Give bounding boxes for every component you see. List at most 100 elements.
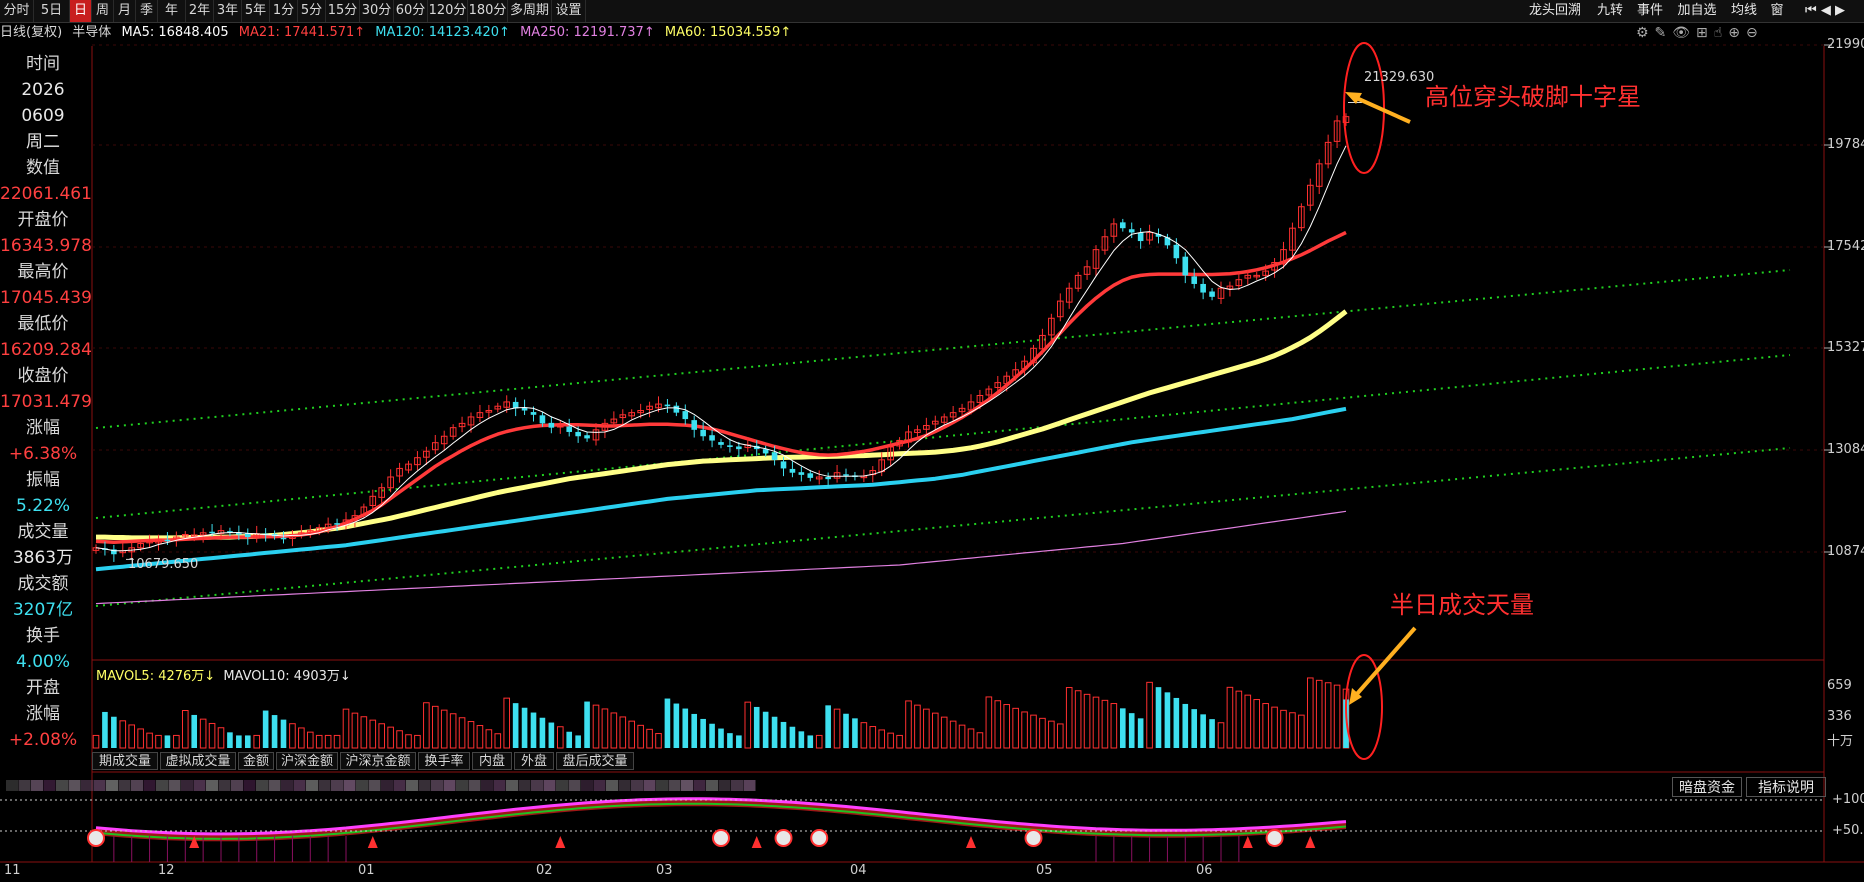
- low-marker-label: 10679.650: [128, 557, 199, 572]
- candle-body: [530, 412, 537, 415]
- volume-bar: [789, 726, 796, 748]
- volume-bar: [1271, 706, 1278, 749]
- tab-6[interactable]: 内盘: [472, 752, 512, 770]
- candle-body: [1119, 222, 1126, 229]
- obscured-block: [243, 780, 256, 791]
- volume-bar: [503, 697, 511, 749]
- volume-bar: [905, 700, 912, 749]
- candle-body: [718, 442, 724, 445]
- volume-bar: [1315, 679, 1323, 749]
- obscured-block: [693, 780, 706, 791]
- volume-bar: [798, 731, 805, 748]
- indicator-tick: +100: [1832, 792, 1864, 807]
- obscured-block: [181, 780, 193, 791]
- volume-bar: [378, 723, 386, 749]
- volume-bar: [181, 710, 189, 749]
- price-chart[interactable]: [0, 0, 1864, 882]
- obscured-block: [118, 780, 131, 791]
- volume-bar: [227, 732, 233, 748]
- volume-annotation: 半日成交天量: [1390, 591, 1534, 619]
- volume-bar: [1217, 722, 1225, 749]
- volume-bar: [271, 715, 278, 748]
- ma21-line: [95, 230, 1347, 544]
- obscured-block: [68, 780, 81, 791]
- obscured-block: [593, 780, 606, 791]
- obscured-block: [356, 780, 368, 791]
- candle-body: [548, 422, 555, 428]
- volume-bar: [673, 703, 680, 748]
- volume-bar: [887, 732, 894, 749]
- tab-1[interactable]: 虚拟成交量: [160, 752, 236, 770]
- volume-bar: [173, 734, 180, 749]
- candle-body: [1128, 229, 1135, 233]
- obscured-block: [81, 780, 93, 791]
- volume-bar: [119, 720, 127, 749]
- volume-bar: [815, 734, 823, 749]
- obscured-block: [43, 780, 56, 791]
- obscured-block: [631, 780, 643, 791]
- volume-bar: [431, 705, 439, 749]
- indicator-signal-icon: [1024, 829, 1043, 847]
- volume-bar: [1110, 703, 1118, 749]
- volume-bar: [682, 708, 689, 748]
- candle-body: [709, 435, 715, 441]
- volume-bar: [548, 722, 555, 748]
- indicator-up-arrow: [751, 836, 762, 848]
- volume-bar: [601, 708, 609, 749]
- candle-body: [334, 523, 340, 525]
- volume-bar: [1173, 697, 1180, 748]
- volume-bar: [1182, 703, 1189, 748]
- tab-8[interactable]: 盘后成交量: [556, 752, 634, 770]
- price-tick: 19784: [1827, 137, 1864, 152]
- tab-5[interactable]: 换手率: [418, 752, 470, 770]
- volume-bar: [718, 728, 724, 748]
- tab-3[interactable]: 沪深金额: [276, 752, 338, 770]
- volume-bar: [1003, 704, 1011, 749]
- mavol10-label: MAVOL10: 4903万↓: [223, 669, 351, 684]
- volume-bar: [102, 711, 108, 748]
- obscured-block: [718, 780, 731, 791]
- dark-pool-button[interactable]: 暗盘资金: [1672, 777, 1742, 797]
- volume-bar: [1191, 709, 1198, 748]
- volume-bar: [1074, 690, 1082, 749]
- volume-bar: [771, 716, 778, 748]
- volume-bar: [111, 716, 117, 748]
- obscured-block: [418, 780, 431, 791]
- indicator-help-button[interactable]: 指标说明: [1746, 777, 1826, 797]
- obscured-block: [568, 780, 581, 791]
- volume-info: MAVOL5: 4276万↓ MAVOL10: 4903万↓: [96, 665, 351, 684]
- tab-7[interactable]: 外盘: [514, 752, 554, 770]
- tab-2[interactable]: 金额: [238, 752, 274, 770]
- volume-bar: [306, 731, 314, 749]
- volume-bar: [440, 709, 448, 749]
- volume-bar: [92, 734, 100, 749]
- candle-body: [700, 429, 706, 437]
- volume-bar: [833, 708, 841, 749]
- volume-bar: [575, 735, 581, 748]
- volume-bar: [709, 723, 715, 748]
- volume-bar: [298, 727, 305, 749]
- volume-bar: [1333, 684, 1341, 749]
- volume-bar: [405, 734, 412, 749]
- volume-bar: [1039, 717, 1046, 749]
- candle-body: [575, 431, 581, 437]
- volume-bar: [1253, 699, 1261, 749]
- volume-bar: [807, 735, 814, 748]
- top-arrow-line: [1351, 94, 1411, 124]
- volume-bar: [1146, 681, 1153, 749]
- volume-bar: [914, 704, 921, 749]
- high-marker-label: 21329.630: [1364, 70, 1435, 85]
- volume-bar: [146, 732, 153, 749]
- obscured-block: [518, 780, 531, 791]
- volume-bar: [467, 721, 475, 749]
- x-tick: 01: [358, 863, 375, 878]
- volume-bar: [289, 723, 296, 749]
- tab-4[interactable]: 沪深京金额: [340, 752, 416, 770]
- tab-0[interactable]: 期成交量: [92, 752, 158, 770]
- volume-bar: [485, 729, 493, 749]
- volume-bar: [825, 705, 831, 748]
- obscured-block: [318, 780, 331, 791]
- volume-tick: 659: [1827, 678, 1852, 693]
- price-tick: 17542: [1827, 239, 1864, 254]
- indicator-signal-icon: [810, 829, 829, 847]
